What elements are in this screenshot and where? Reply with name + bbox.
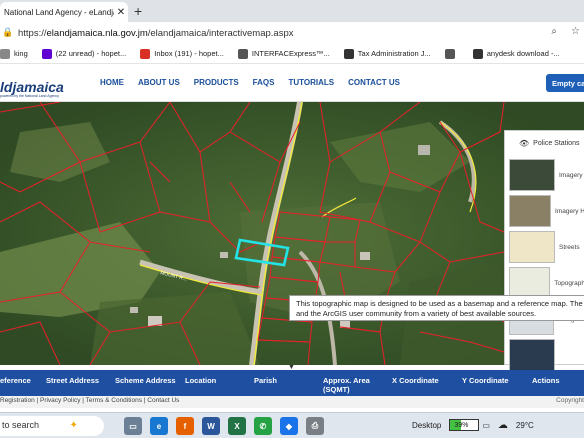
col-x-coordinate[interactable]: X Coordinate: [392, 376, 439, 385]
weather-icon: ☁: [497, 419, 508, 431]
desktop-label[interactable]: Desktop: [412, 421, 441, 430]
interactive-map[interactable]: MOUNT R...: [0, 102, 584, 365]
col-location[interactable]: Location: [185, 376, 216, 385]
empty-cart-button[interactable]: Empty cart: [546, 74, 584, 92]
bookmark-item[interactable]: INTERFACExpress™...: [237, 48, 330, 59]
nav-tutorials[interactable]: TUTORIALS: [288, 78, 334, 87]
nav-products[interactable]: PRODUCTS: [194, 78, 239, 87]
nav-home[interactable]: HOME: [100, 78, 124, 87]
results-table-header: eference Street Address Scheme Address L…: [0, 370, 584, 396]
bookmark-label: (22 unread) - hopet...: [55, 49, 127, 58]
url-text[interactable]: https://elandjamaica.nla.gov.jm/elandjam…: [18, 28, 293, 39]
battery-indicator[interactable]: 39% ▭: [449, 419, 490, 431]
nav-about-us[interactable]: ABOUT US: [138, 78, 180, 87]
bookmark-label: king: [14, 49, 28, 58]
col-parish[interactable]: Parish: [254, 376, 277, 385]
basemap-thumbnail[interactable]: [509, 159, 555, 191]
bookmark-item[interactable]: anydesk download -...: [472, 48, 560, 59]
col-street-address[interactable]: Street Address: [46, 376, 99, 385]
tab-title: National Land Agency - eLandjamaica: [4, 7, 114, 17]
lock-icon[interactable]: 🔒: [0, 27, 16, 39]
edge-icon[interactable]: e: [150, 417, 168, 435]
bookmark-label: INTERFACExpress™...: [251, 49, 330, 58]
basemap-label: Streets: [559, 243, 580, 251]
bookmark-item[interactable]: king: [0, 48, 28, 59]
col-actions: Actions: [532, 376, 560, 385]
nav-contact-us[interactable]: CONTACT US: [348, 78, 400, 87]
bookmark-label: Tax Administration J...: [357, 49, 431, 58]
temperature-text: 29°C: [515, 420, 534, 430]
battery-icon: ▭: [482, 420, 490, 430]
basemap-thumbnail[interactable]: [509, 195, 552, 227]
yahoo-icon: [41, 48, 52, 59]
bookmark-item[interactable]: Inbox (191) - hopet...: [140, 48, 224, 59]
firefox-icon[interactable]: f: [176, 417, 194, 435]
basemap-thumbnail[interactable]: [509, 339, 555, 371]
browser-tab[interactable]: National Land Agency - eLandjamaica ✕: [0, 2, 128, 22]
bookmarks-bar: king (22 unread) - hopet... Inbox (191) - …: [0, 44, 584, 64]
map-canvas[interactable]: MOUNT R...: [0, 102, 584, 365]
col-reference[interactable]: eference: [0, 376, 31, 385]
police-stations-label: Police Stations: [533, 140, 580, 147]
globe-icon: [444, 48, 455, 59]
gmail-icon: [140, 48, 151, 59]
basemap-label: Imagery H: [555, 207, 584, 215]
favorite-star-icon[interactable]: ☆: [571, 26, 580, 37]
basemap-tooltip: This topographic map is designed to be u…: [289, 295, 584, 321]
logo-subtitle: powered by the National Land Agency: [0, 94, 59, 98]
app-icon[interactable]: ◆: [280, 417, 298, 435]
basemap-option[interactable]: Imagery H: [509, 193, 584, 229]
new-tab-icon[interactable]: +: [134, 3, 142, 19]
site-header: ldjamaica powered by the National Land A…: [0, 64, 584, 102]
col-approx-area[interactable]: Approx. Area: [323, 376, 370, 385]
basemap-thumbnail[interactable]: [509, 231, 555, 263]
pinned-apps: ▭ e f W X ✆ ◆ ⎙: [124, 417, 324, 435]
browser-tabbar: National Land Agency - eLandjamaica ✕ +: [0, 0, 584, 22]
main-nav: HOME ABOUT US PRODUCTS FAQS TUTORIALS CONTACT…: [100, 78, 400, 87]
printer-icon[interactable]: ⎙: [306, 417, 324, 435]
zoom-search-icon[interactable]: ⌕: [551, 26, 557, 37]
taskbar-search-text[interactable]: to search: [2, 420, 39, 430]
document-icon: [343, 48, 354, 59]
bookmark-icon: [0, 48, 10, 59]
basemap-label: Topograph: [554, 279, 584, 287]
basemap-label: Imagery: [559, 171, 583, 179]
eye-icon[interactable]: 👁: [519, 139, 529, 148]
tooltip-line2: and the ArcGIS user community from a var…: [296, 309, 537, 318]
word-icon[interactable]: W: [202, 417, 220, 435]
bookmark-item[interactable]: [444, 48, 459, 59]
windows-taskbar: to search ✦ ▭ e f W X ✆ ◆ ⎙ Desktop 39% …: [0, 412, 584, 438]
system-tray: Desktop 39% ▭ ☁ 29°C: [412, 419, 534, 431]
search-icon: [472, 48, 483, 59]
close-tab-icon[interactable]: ✕: [114, 7, 128, 18]
search-highlight-icon: ✦: [69, 420, 78, 431]
taskbar-search[interactable]: to search ✦: [0, 416, 104, 436]
bookmark-item[interactable]: Tax Administration J...: [343, 48, 431, 59]
nav-faqs[interactable]: FAQS: [253, 78, 275, 87]
excel-icon[interactable]: X: [228, 417, 246, 435]
col-y-coordinate[interactable]: Y Coordinate: [462, 376, 509, 385]
layer-toggle[interactable]: 👁 Police Stations: [505, 131, 584, 148]
bookmark-label: Inbox (191) - hopet...: [154, 49, 224, 58]
basemap-gallery-panel: 👁 Police Stations Imagery Imagery H Street…: [504, 130, 584, 371]
basemap-option[interactable]: Streets: [509, 229, 584, 265]
tooltip-line1: This topographic map is designed to be u…: [296, 299, 584, 308]
footer-links[interactable]: Registration | Privacy Policy | Terms & …: [0, 397, 179, 404]
bookmark-item[interactable]: (22 unread) - hopet...: [41, 48, 127, 59]
whatsapp-icon[interactable]: ✆: [254, 417, 272, 435]
col-scheme-address[interactable]: Scheme Address: [115, 376, 176, 385]
globe-icon: [237, 48, 248, 59]
col-approx-area-unit: (SQMT): [323, 385, 350, 394]
site-footer: Registration | Privacy Policy | Terms & …: [0, 396, 584, 408]
basemap-option[interactable]: Imagery: [509, 157, 584, 193]
address-bar[interactable]: 🔒 https://elandjamaica.nla.gov.jm/elandj…: [0, 22, 584, 44]
copyright-text: Copyright: [556, 397, 584, 404]
basemap-option[interactable]: [509, 337, 584, 373]
bookmark-label: anydesk download -...: [486, 49, 560, 58]
site-logo[interactable]: ldjamaica: [0, 79, 64, 95]
task-view-icon[interactable]: ▭: [124, 417, 142, 435]
